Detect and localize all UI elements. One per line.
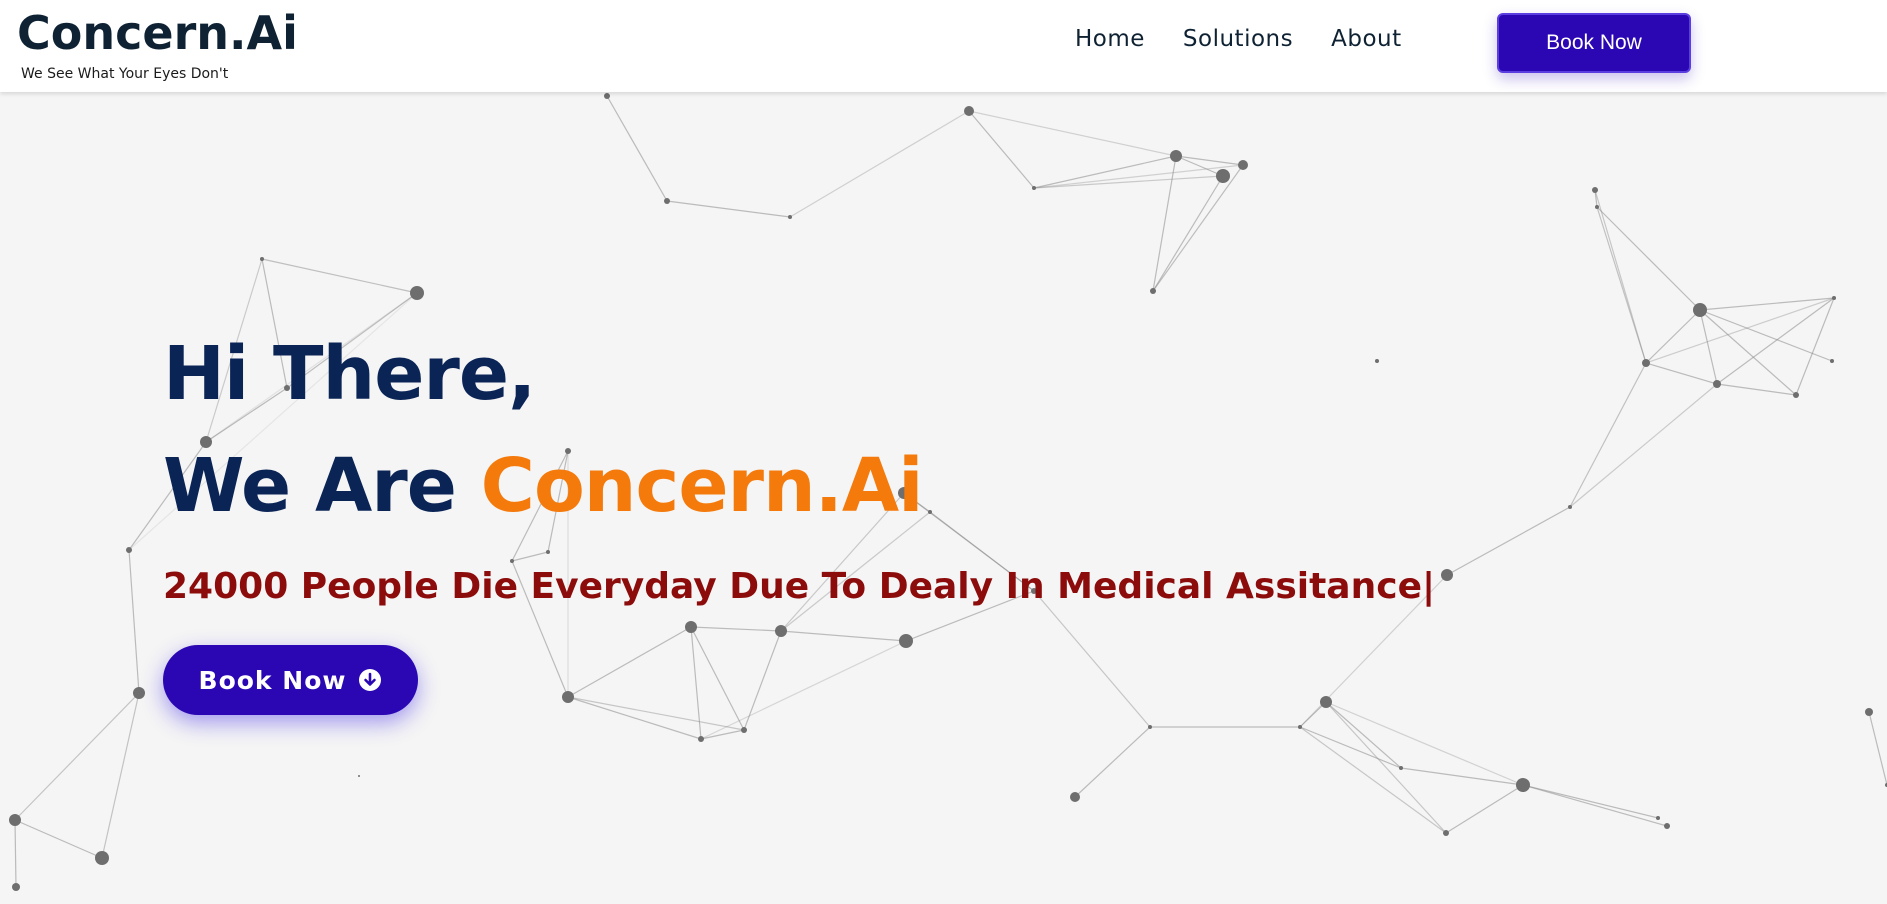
hero-headline-brand: Concern.Ai [480,443,924,529]
network-link [14,819,17,888]
nav-home-link[interactable]: Home [1075,26,1145,52]
network-link [1522,784,1668,827]
network-link [1699,297,1835,311]
network-node [1516,778,1530,792]
hero-typed-subtitle: 24000 People Die Everyday Due To Dealy I… [163,566,1436,607]
network-link [1299,726,1402,769]
network-node [964,106,974,116]
network-node [1443,830,1449,836]
network-link [1645,362,1718,385]
network-node [9,814,21,826]
network-node [1642,359,1650,367]
hero-book-now-button[interactable]: Book Now [163,645,418,715]
network-node [1664,823,1670,829]
network-node [1216,169,1230,183]
network-link [1522,784,1659,819]
network-link [666,200,791,218]
site-header: Concern.Ai We See What Your Eyes Don't H… [0,0,1887,92]
arrow-down-circle-icon [358,668,382,692]
network-node [1070,792,1080,802]
network-node [1568,505,1572,509]
brand-logo[interactable]: Concern.Ai We See What Your Eyes Don't [17,4,298,82]
network-link [1645,309,1701,364]
network-node [126,547,132,553]
network-node [410,286,424,300]
hero-book-now-label: Book Now [198,665,347,695]
network-link [1699,309,1718,385]
network-node [664,198,670,204]
network-node [604,93,610,99]
network-link [128,549,140,694]
network-node [1830,359,1834,363]
network-link [1594,189,1647,364]
network-link [700,729,745,740]
network-link [789,110,970,218]
nav-solutions-link[interactable]: Solutions [1183,26,1293,52]
main-nav: Home Solutions About [1075,26,1402,52]
network-link [101,692,140,859]
header-book-now-button[interactable]: Book Now [1497,13,1691,73]
network-link [968,110,1177,157]
network-node [788,215,792,219]
network-node [1832,296,1836,300]
network-node [133,687,145,699]
brand-name: Concern.Ai [17,6,298,60]
network-node [1693,303,1707,317]
network-node [1238,160,1248,170]
hero-headline: We Are Concern.Ai [163,430,1435,542]
network-link [1325,701,1447,834]
network-link [1446,506,1571,576]
network-node [1032,186,1036,190]
network-link [1569,362,1647,508]
hero-greeting: Hi There, [163,331,536,417]
network-node [358,775,360,777]
network-node [95,851,109,865]
network-node [1399,766,1403,770]
brand-tagline: We See What Your Eyes Don't [21,66,229,82]
network-link [1645,297,1835,364]
network-node [1592,187,1598,193]
network-node [1595,205,1599,209]
network-node [260,257,264,261]
network-node [1150,288,1156,294]
network-link [1074,726,1151,798]
nav-about-link[interactable]: About [1331,26,1402,52]
network-link [14,692,140,821]
network-node [698,736,704,742]
network-node [1148,725,1152,729]
network-node [1793,392,1799,398]
hero-headline-prefix: We Are [163,443,481,529]
network-node [1656,816,1660,820]
network-node [1170,150,1182,162]
network-node [1865,708,1873,716]
network-link [14,819,103,859]
network-link [1596,206,1701,311]
network-link [1699,309,1833,362]
network-link [1400,767,1524,786]
network-link [1152,155,1177,292]
network-node [12,883,20,891]
network-node [741,727,747,733]
network-link [1868,711,1887,786]
network-node [1713,380,1721,388]
network-link [1445,784,1524,834]
network-node [1441,569,1453,581]
hero-section: Hi There, We Are Concern.Ai 24000 People… [163,318,1435,715]
network-link [1716,383,1797,396]
network-link [261,258,418,294]
network-link [606,95,668,202]
network-link [1152,175,1224,292]
network-link [1152,164,1244,292]
network-node [1298,725,1302,729]
network-link [1569,383,1718,508]
